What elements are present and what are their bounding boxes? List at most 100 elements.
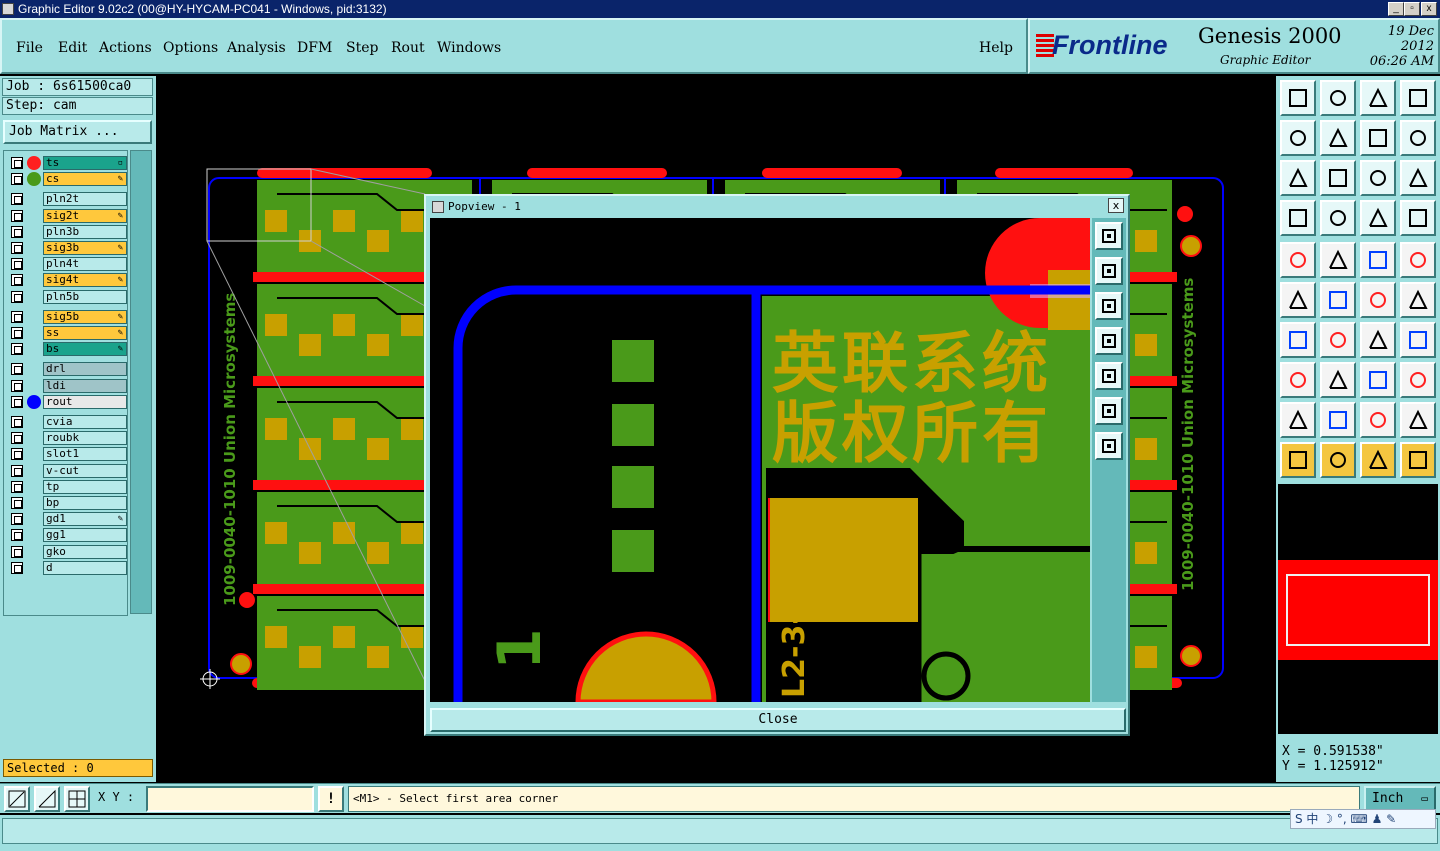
- layer-name[interactable]: drl: [43, 362, 127, 377]
- maximize-button[interactable]: ▫: [1404, 2, 1420, 16]
- layer-row-sig2t[interactable]: sig2t ✎: [8, 208, 127, 223]
- slash-icon[interactable]: [1320, 322, 1356, 358]
- layer-row-bp[interactable]: bp: [8, 496, 127, 510]
- layer-name[interactable]: ldi: [43, 378, 127, 393]
- layer-row-ss[interactable]: ss ✎: [8, 326, 127, 340]
- layer-name[interactable]: rout: [43, 394, 127, 409]
- overview-map[interactable]: [1278, 484, 1438, 734]
- alert-button[interactable]: !: [318, 786, 344, 812]
- select-area-icon[interactable]: [1360, 442, 1396, 478]
- menu-actions[interactable]: Actions: [99, 40, 152, 56]
- layer-checkbox[interactable]: [11, 209, 23, 222]
- layer-checkbox[interactable]: [11, 274, 23, 287]
- angle-icon[interactable]: [1280, 322, 1316, 358]
- poly-fill-icon[interactable]: [1360, 402, 1396, 438]
- arc-icon[interactable]: [1360, 322, 1396, 358]
- layer-row-roubk[interactable]: roubk: [8, 431, 127, 446]
- layer-name[interactable]: sig3b ✎: [43, 241, 127, 255]
- layer-row-cvia[interactable]: cvia: [8, 415, 127, 429]
- net-icon[interactable]: [1280, 282, 1316, 318]
- layer-row-ts[interactable]: ts ▫: [8, 156, 127, 170]
- menu-dfm[interactable]: DFM: [297, 40, 332, 56]
- layer-row-sig3b[interactable]: sig3b ✎: [8, 241, 127, 255]
- measure-icon[interactable]: [1360, 242, 1396, 278]
- layer-row-sig4t[interactable]: sig4t ✎: [8, 273, 127, 288]
- redraw-icon[interactable]: [1400, 120, 1436, 156]
- layer-row-pln4t[interactable]: pln4t: [8, 257, 127, 272]
- popview-canvas[interactable]: 1 英联系统 版权所有 L2-3-C-A: [430, 218, 1090, 702]
- layer-name[interactable]: tp: [43, 479, 127, 494]
- layer-checkbox[interactable]: [11, 327, 23, 339]
- layer-checkbox[interactable]: [11, 173, 23, 186]
- menu-rout[interactable]: Rout: [391, 40, 425, 56]
- layer-name[interactable]: gd1 ✎: [43, 512, 127, 527]
- snap-icon[interactable]: [4, 786, 30, 812]
- layer-name[interactable]: d: [43, 560, 127, 575]
- layer-checkbox[interactable]: [11, 157, 23, 169]
- layer-row-gg1[interactable]: gg1: [8, 528, 127, 543]
- popview-page-down-icon[interactable]: [1095, 292, 1123, 320]
- layer-color-icon[interactable]: [27, 394, 41, 409]
- layer-name[interactable]: gg1: [43, 528, 127, 543]
- layer-row-d[interactable]: d: [8, 560, 127, 575]
- layer-row-gd1[interactable]: gd1 ✎: [8, 512, 127, 527]
- layer-row-rout[interactable]: rout: [8, 394, 127, 409]
- minimize-button[interactable]: _: [1388, 2, 1404, 16]
- layer-checkbox[interactable]: [11, 363, 23, 376]
- layer-row-v-cut[interactable]: v-cut: [8, 463, 127, 478]
- ruler-icon[interactable]: [1280, 200, 1316, 236]
- layer-checkbox[interactable]: [11, 545, 23, 558]
- help-icon[interactable]: [1400, 160, 1436, 196]
- triangle-icon[interactable]: [1280, 402, 1316, 438]
- home-icon[interactable]: [1360, 80, 1396, 116]
- cross-icon[interactable]: [1320, 282, 1356, 318]
- line-icon[interactable]: [1320, 242, 1356, 278]
- layer-row-bs[interactable]: bs ✎: [8, 342, 127, 357]
- page-up-icon[interactable]: [1280, 80, 1316, 116]
- pan-right-icon[interactable]: [1320, 120, 1356, 156]
- menu-edit[interactable]: Edit: [58, 40, 87, 56]
- layer-name[interactable]: pln5b: [43, 289, 127, 304]
- layer-checkbox[interactable]: [11, 290, 23, 303]
- layer-row-pln3b[interactable]: pln3b: [8, 224, 127, 239]
- undo-view-icon[interactable]: [1360, 120, 1396, 156]
- popview-fit-icon[interactable]: [1095, 397, 1123, 425]
- layer-checkbox[interactable]: [11, 497, 23, 509]
- menu-windows[interactable]: Windows: [437, 40, 501, 56]
- popview-close-x[interactable]: x: [1108, 198, 1124, 213]
- split-view-icon[interactable]: [1400, 80, 1436, 116]
- zoom-icon[interactable]: [1320, 160, 1356, 196]
- layer-row-ldi[interactable]: ldi: [8, 378, 127, 393]
- menu-analysis[interactable]: Analysis: [227, 40, 286, 56]
- menu-options[interactable]: Options: [163, 40, 218, 56]
- layer-checkbox[interactable]: [11, 225, 23, 238]
- poly-cut-icon[interactable]: [1400, 402, 1436, 438]
- component-icon[interactable]: [1280, 362, 1316, 398]
- layer-checkbox[interactable]: [11, 480, 23, 493]
- popview-zoom-view[interactable]: 1 英联系统 版权所有 L2-3-C-A: [430, 218, 1090, 702]
- layer-name[interactable]: pln4t: [43, 257, 127, 272]
- layer-checkbox[interactable]: [11, 529, 23, 542]
- net-select-icon[interactable]: [1400, 442, 1436, 478]
- fit-icon[interactable]: [1280, 160, 1316, 196]
- layer-row-tp[interactable]: tp: [8, 479, 127, 494]
- popview-pan-left-icon[interactable]: [1095, 327, 1123, 355]
- layer-name[interactable]: ts ▫: [43, 156, 127, 170]
- add-pad-icon[interactable]: [1280, 242, 1316, 278]
- popview-center-icon[interactable]: [1095, 432, 1123, 460]
- layer-row-slot1[interactable]: slot1: [8, 447, 127, 462]
- layer-checkbox[interactable]: [11, 513, 23, 526]
- grid-icon[interactable]: [1320, 200, 1356, 236]
- layer-checkbox[interactable]: [11, 193, 23, 206]
- move-icon[interactable]: [1360, 282, 1396, 318]
- ime-toolbar[interactable]: S 中 ☽ °, ⌨ ♟ ✎: [1290, 809, 1436, 829]
- flip-icon[interactable]: [1400, 322, 1436, 358]
- layer-row-pln5b[interactable]: pln5b: [8, 289, 127, 304]
- layer-checkbox[interactable]: [11, 448, 23, 461]
- layer-name[interactable]: sig5b ✎: [43, 309, 127, 324]
- poly-icon[interactable]: [1320, 402, 1356, 438]
- job-matrix-button[interactable]: Job Matrix ...: [3, 120, 152, 144]
- close-window-button[interactable]: x: [1421, 2, 1437, 16]
- layer-name[interactable]: sig4t ✎: [43, 273, 127, 288]
- pointer-icon[interactable]: [1280, 442, 1316, 478]
